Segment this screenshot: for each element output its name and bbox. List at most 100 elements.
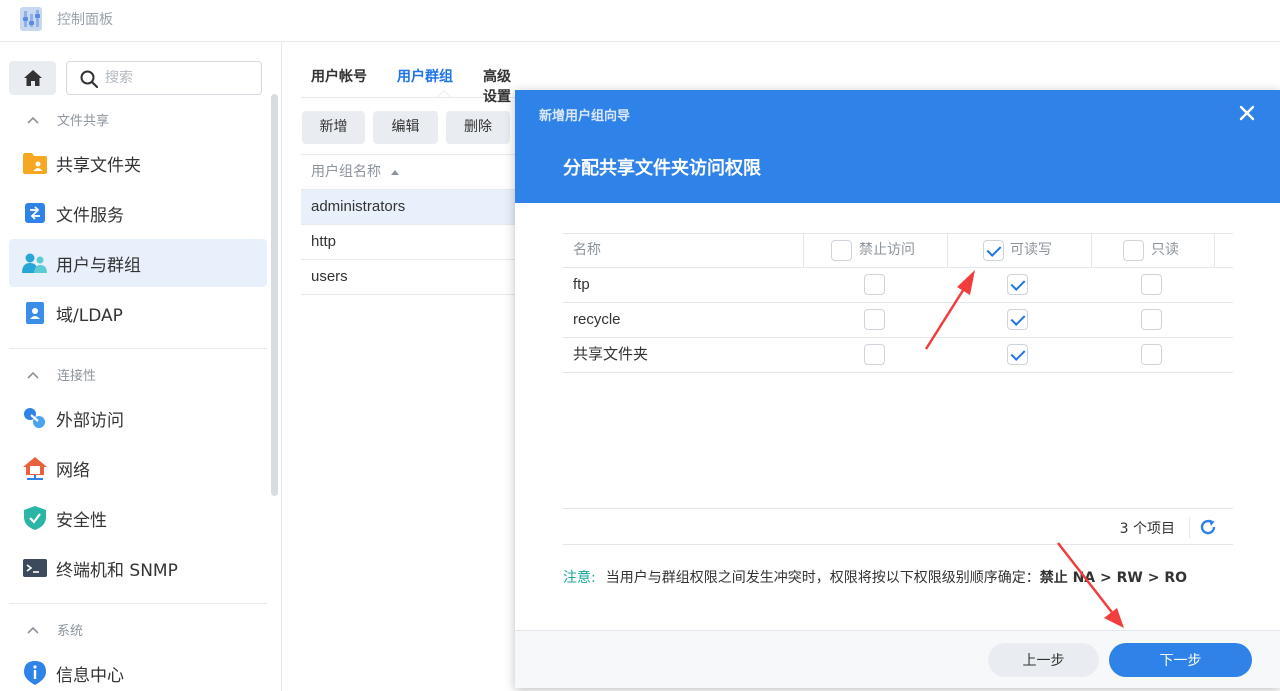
section-divider (9, 348, 267, 349)
table-row[interactable]: recycle (563, 303, 1233, 338)
section-title: 文件共享 (57, 114, 110, 129)
checkbox-read-write[interactable] (1007, 274, 1028, 295)
window-title: 控制面板 (57, 12, 113, 28)
sidebar-item-label: 域/LDAP (56, 305, 123, 326)
sidebar-item-terminal-snmp[interactable]: 终端机和 SNMP (9, 544, 267, 592)
column-header-deny: 禁止访问 (859, 242, 915, 258)
close-icon[interactable] (1238, 104, 1256, 122)
shield-icon (22, 505, 48, 531)
section-title: 连接性 (57, 369, 97, 384)
table-header: 名称 禁止访问 可读写 只读 (563, 233, 1233, 268)
column-header-read-write: 可读写 (1010, 242, 1052, 258)
external-access-icon (22, 405, 48, 431)
control-panel-icon (20, 7, 42, 31)
table-row[interactable]: users (301, 260, 531, 295)
delete-button[interactable]: 删除 (446, 111, 510, 144)
sidebar-item-label: 用户与群组 (56, 255, 141, 276)
tab-advanced-settings[interactable]: 高级设置 (483, 66, 516, 106)
home-icon (23, 70, 42, 86)
home-button[interactable] (9, 61, 56, 95)
window-titlebar: 控制面板 (0, 0, 1280, 42)
sidebar-item-label: 信息中心 (56, 665, 124, 686)
checkbox-read-only[interactable] (1141, 309, 1162, 330)
note-label: 注意: (563, 570, 596, 586)
shared-folder-icon (22, 150, 48, 176)
sidebar-item-info-center[interactable]: 信息中心 (9, 649, 267, 691)
checkbox-read-only[interactable] (1141, 274, 1162, 295)
sort-ascending-icon (391, 169, 400, 175)
table-header[interactable]: 用户组名称 (301, 154, 531, 190)
groups-table: 用户组名称 administrators http users (301, 154, 531, 295)
section-header-file-sharing[interactable]: 文件共享 (26, 110, 109, 129)
section-title: 系统 (57, 624, 84, 639)
sidebar-item-network[interactable]: 网络 (9, 444, 267, 492)
chevron-up-icon (27, 371, 39, 379)
column-header-group-name: 用户组名称 (311, 164, 381, 180)
step-title: 分配共享文件夹访问权限 (563, 158, 761, 179)
sidebar-item-security[interactable]: 安全性 (9, 494, 267, 542)
table-row[interactable]: ftp (563, 268, 1233, 303)
active-tab-indicator (437, 90, 451, 97)
header-checkbox-read-write[interactable] (983, 240, 1004, 261)
checkbox-deny[interactable] (864, 309, 885, 330)
dialog-header: 新增用户组向导 分配共享文件夹访问权限 (515, 90, 1280, 203)
sidebar-item-label: 外部访问 (56, 410, 124, 431)
checkbox-deny[interactable] (864, 274, 885, 295)
network-icon (22, 455, 48, 481)
file-services-icon (22, 200, 48, 226)
sidebar-item-label: 安全性 (56, 510, 107, 531)
table-row[interactable]: http (301, 225, 531, 260)
tab-user-groups[interactable]: 用户群组 (397, 66, 453, 86)
terminal-icon (22, 555, 48, 581)
search-input[interactable] (105, 66, 255, 90)
section-header-connectivity[interactable]: 连接性 (26, 365, 96, 384)
note-text: 当用户与群组权限之间发生冲突时，权限将按以下权限级别顺序确定： (605, 570, 1040, 586)
checkbox-read-write[interactable] (1007, 344, 1028, 365)
header-checkbox-deny[interactable] (831, 240, 852, 261)
search-box[interactable] (66, 61, 262, 95)
tab-bar: 用户帐号 用户群组 高级设置 (301, 42, 516, 105)
sidebar-item-domain-ldap[interactable]: 域/LDAP (9, 289, 267, 337)
sidebar-item-shared-folder[interactable]: 共享文件夹 (9, 139, 267, 187)
search-icon (80, 70, 99, 89)
table-footer: 3 个项目 (563, 508, 1233, 545)
section-header-system[interactable]: 系统 (26, 620, 83, 639)
domain-ldap-icon (22, 300, 48, 326)
sidebar-item-external-access[interactable]: 外部访问 (9, 394, 267, 442)
note-priority-order: 禁止 NA > RW > RO (1039, 570, 1188, 586)
users-icon (22, 250, 48, 276)
edit-button[interactable]: 编辑 (373, 111, 438, 144)
permissions-table: 名称 禁止访问 可读写 只读 ftp recycle 共享文件夹 (563, 233, 1233, 373)
column-header-read-only: 只读 (1151, 242, 1179, 258)
column-header-name: 名称 (573, 242, 601, 258)
checkbox-read-only[interactable] (1141, 344, 1162, 365)
permission-note: 注意: 当用户与群组权限之间发生冲突时，权限将按以下权限级别顺序确定：禁止 NA … (563, 566, 1243, 590)
dialog-title: 新增用户组向导 (539, 109, 631, 124)
sidebar-item-label: 终端机和 SNMP (56, 560, 178, 581)
header-checkbox-read-only[interactable] (1123, 240, 1144, 261)
sidebar: 文件共享 共享文件夹 文件服务 用户与群组 域/LDAP 连接性 外部访问 (0, 42, 282, 691)
chevron-up-icon (27, 626, 39, 634)
chevron-up-icon (27, 116, 39, 124)
info-icon (22, 660, 48, 686)
next-button[interactable]: 下一步 (1109, 643, 1252, 677)
add-button[interactable]: 新增 (302, 111, 365, 144)
sidebar-item-label: 共享文件夹 (56, 155, 141, 176)
section-divider (9, 603, 267, 604)
sidebar-item-label: 文件服务 (56, 205, 124, 226)
refresh-icon[interactable] (1199, 518, 1217, 536)
folder-name: ftp (573, 276, 590, 293)
table-row[interactable]: 共享文件夹 (563, 338, 1233, 373)
sidebar-item-file-services[interactable]: 文件服务 (9, 189, 267, 237)
checkbox-deny[interactable] (864, 344, 885, 365)
sidebar-scrollbar[interactable] (271, 94, 278, 496)
table-row[interactable]: administrators (301, 190, 531, 225)
dialog-footer: 上一步 下一步 (515, 630, 1280, 688)
sidebar-item-users-groups[interactable]: 用户与群组 (9, 239, 267, 287)
create-group-wizard-dialog: 新增用户组向导 分配共享文件夹访问权限 名称 禁止访问 可读写 只读 ftp r (515, 90, 1280, 688)
folder-name: 共享文件夹 (573, 346, 649, 363)
tab-user-accounts[interactable]: 用户帐号 (311, 66, 367, 86)
previous-button[interactable]: 上一步 (988, 643, 1099, 677)
folder-name: recycle (573, 311, 621, 328)
checkbox-read-write[interactable] (1007, 309, 1028, 330)
